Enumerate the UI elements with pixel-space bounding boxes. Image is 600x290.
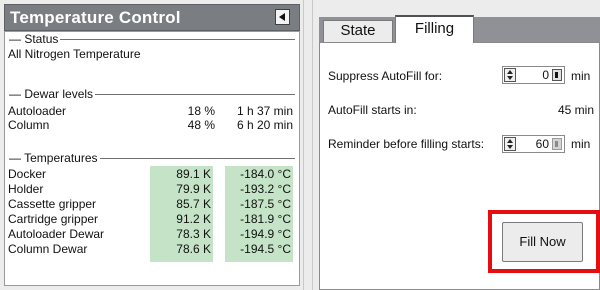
dewar-row-time: 1 h 37 min <box>236 104 293 118</box>
autofill-starts-label: AutoFill starts in: <box>328 103 417 117</box>
dewar-row-percent: 48 % <box>187 118 215 132</box>
reminder-stepper[interactable]: 60 <box>502 135 565 153</box>
status-group-label: — Status <box>7 32 61 46</box>
dropdown-icon[interactable] <box>552 138 562 150</box>
temp-row-kelvin: 79.9 K <box>176 182 211 196</box>
panel-body: — Status All Nitrogen Temperature — Dewa… <box>4 31 300 286</box>
temp-row-celsius: -187.5 °C <box>240 197 291 211</box>
temp-row-celsius: -184.0 °C <box>240 167 291 181</box>
reminder-value: 60 <box>535 137 549 151</box>
temperatures-group-label: — Temperatures <box>7 151 100 165</box>
temp-row-name: Holder <box>8 182 44 196</box>
temp-row-celsius: -194.9 °C <box>240 227 291 241</box>
triangle-left-icon <box>279 13 285 21</box>
temp-row-celsius: -181.9 °C <box>240 212 291 226</box>
dropdown-icon[interactable] <box>552 69 562 81</box>
dewar-row-percent: 18 % <box>187 104 215 118</box>
fill-now-button[interactable]: Fill Now <box>502 222 583 262</box>
tab-filling[interactable]: Filling <box>395 15 474 43</box>
panel-splitter[interactable] <box>303 0 313 290</box>
temp-row-name: Cartridge gripper <box>8 212 99 226</box>
temp-row-celsius: -194.5 °C <box>240 242 291 256</box>
temp-row-kelvin: 78.3 K <box>176 227 211 241</box>
dewar-row-name: Autoloader <box>8 104 67 118</box>
dewar-group-label: — Dewar levels <box>7 87 96 101</box>
status-value: All Nitrogen Temperature <box>8 47 141 61</box>
reminder-label: Reminder before filling starts: <box>328 137 485 151</box>
temp-row-name: Docker <box>8 167 47 181</box>
tab-state[interactable]: State <box>323 20 393 42</box>
temp-row-kelvin: 91.2 K <box>176 212 211 226</box>
temp-row-celsius: -193.2 °C <box>240 182 291 196</box>
temp-row-name: Cassette gripper <box>8 197 97 211</box>
dewar-row-name: Column <box>8 118 50 132</box>
temp-row-kelvin: 78.6 K <box>176 242 211 256</box>
suppress-autofill-unit: min <box>571 69 591 83</box>
filling-panel: State Filling Suppress AutoFill for: 0 m… <box>313 0 600 290</box>
temp-row-kelvin: 85.7 K <box>176 197 211 211</box>
filling-tab-content: Suppress AutoFill for: 0 min AutoFill st… <box>319 42 600 290</box>
suppress-autofill-value: 0 <box>542 68 549 82</box>
suppress-autofill-label: Suppress AutoFill for: <box>328 69 443 83</box>
spin-arrows-icon[interactable] <box>504 68 516 82</box>
temperature-control-panel: Temperature Control — Status All Nitroge… <box>0 0 303 290</box>
temp-row-kelvin: 89.1 K <box>176 167 211 181</box>
suppress-autofill-stepper[interactable]: 0 <box>502 66 565 84</box>
dewar-row-time: 6 h 20 min <box>236 118 293 132</box>
autofill-starts-value: 45 min <box>557 103 594 117</box>
collapse-button[interactable] <box>275 9 290 25</box>
panel-header: Temperature Control <box>4 4 300 31</box>
spin-arrows-icon[interactable] <box>504 137 516 151</box>
panel-title: Temperature Control <box>10 8 181 27</box>
reminder-unit: min <box>571 137 591 151</box>
temp-row-name: Autoloader Dewar <box>8 227 105 241</box>
temp-row-name: Column Dewar <box>8 242 88 256</box>
